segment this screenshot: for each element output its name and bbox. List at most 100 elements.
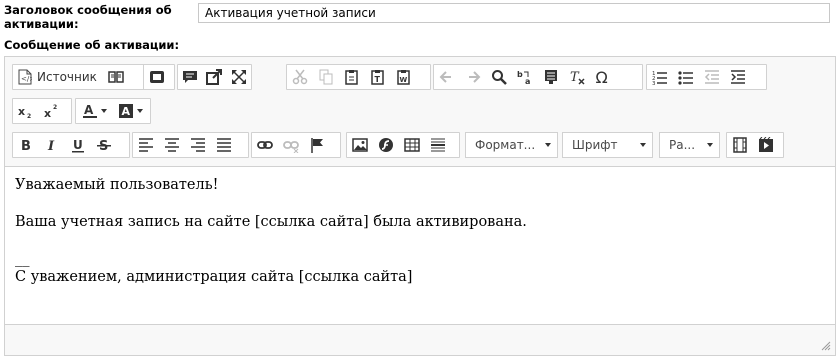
subscript-button[interactable]: x2 bbox=[13, 99, 39, 123]
image-icon bbox=[352, 138, 368, 152]
source-button-label: Источник bbox=[37, 70, 97, 84]
message-label: Сообщение об активации: bbox=[4, 38, 180, 52]
background-color-caret bbox=[136, 109, 143, 113]
align-left-button[interactable] bbox=[133, 133, 159, 157]
bulleted-list-icon bbox=[678, 71, 693, 85]
svg-text:2: 2 bbox=[53, 104, 57, 111]
subject-label-line1: Заголовок сообщения об bbox=[4, 3, 172, 17]
bold-button[interactable]: B bbox=[13, 133, 39, 157]
undo-button[interactable] bbox=[434, 65, 460, 89]
insert-group-1 bbox=[177, 64, 252, 90]
comment-button[interactable] bbox=[178, 65, 202, 89]
svg-text:W: W bbox=[400, 76, 408, 84]
templates-group bbox=[143, 64, 175, 90]
document-group: </> Источник bbox=[12, 64, 151, 90]
format-combo-label: Формат... bbox=[475, 138, 536, 152]
flash-button[interactable] bbox=[373, 133, 399, 157]
insert-group-2 bbox=[346, 132, 460, 158]
remove-format-button[interactable]: T bbox=[564, 65, 590, 89]
italic-button[interactable]: I bbox=[39, 133, 65, 157]
anchor-button[interactable] bbox=[304, 133, 330, 157]
video-play-icon bbox=[759, 137, 773, 152]
size-combo-label: Ра... bbox=[669, 138, 696, 152]
svg-text:Ω: Ω bbox=[596, 69, 608, 85]
size-combo[interactable]: Ра... bbox=[659, 132, 720, 158]
paste-word-button[interactable]: W bbox=[391, 65, 417, 89]
align-right-button[interactable] bbox=[185, 133, 211, 157]
maximize-button[interactable] bbox=[227, 65, 251, 89]
outdent-button[interactable] bbox=[699, 65, 725, 89]
preview-button[interactable] bbox=[103, 65, 129, 89]
svg-text:T: T bbox=[375, 75, 381, 84]
remove-format-icon: T bbox=[570, 70, 585, 85]
horizontal-rule-button[interactable] bbox=[425, 133, 451, 157]
color-group: A A bbox=[75, 98, 151, 124]
svg-text:I: I bbox=[47, 139, 55, 153]
svg-text:b: b bbox=[517, 70, 523, 79]
select-all-button[interactable] bbox=[538, 65, 564, 89]
cut-button[interactable] bbox=[287, 65, 313, 89]
format-combo[interactable]: Формат... bbox=[465, 132, 558, 158]
svg-text:x: x bbox=[44, 107, 51, 119]
text-color-button[interactable]: A bbox=[76, 99, 112, 123]
strikethrough-button[interactable]: S bbox=[91, 133, 117, 157]
underline-icon: U bbox=[72, 138, 84, 153]
numbered-list-icon: 123 bbox=[652, 71, 667, 85]
superscript-button[interactable]: x2 bbox=[39, 99, 65, 123]
subject-input[interactable] bbox=[198, 3, 830, 23]
italic-icon: I bbox=[47, 139, 55, 153]
bold-icon: B bbox=[21, 139, 31, 153]
font-combo-label: Шрифт bbox=[572, 138, 618, 152]
text-color-caret bbox=[100, 109, 107, 113]
align-right-icon bbox=[191, 138, 205, 152]
templates-button[interactable] bbox=[144, 65, 170, 89]
underline-button[interactable]: U bbox=[65, 133, 91, 157]
background-color-icon: A bbox=[118, 104, 133, 118]
svg-text:a: a bbox=[525, 77, 530, 85]
unlink-button[interactable] bbox=[278, 133, 304, 157]
superscript-icon: x2 bbox=[44, 104, 57, 119]
templates-icon bbox=[150, 71, 164, 83]
video-button[interactable] bbox=[727, 133, 753, 157]
redo-button[interactable] bbox=[460, 65, 486, 89]
find-button[interactable] bbox=[486, 65, 512, 89]
svg-text:2: 2 bbox=[27, 113, 31, 119]
table-button[interactable] bbox=[399, 133, 425, 157]
flag-icon bbox=[311, 138, 323, 153]
subject-label-line2: активации: bbox=[4, 17, 79, 31]
svg-text:U: U bbox=[73, 138, 83, 152]
indent-button[interactable] bbox=[725, 65, 751, 89]
special-char-button[interactable]: Ω bbox=[590, 65, 616, 89]
bulleted-list-button[interactable] bbox=[673, 65, 699, 89]
svg-text:A: A bbox=[121, 105, 130, 118]
list-group: 123 bbox=[646, 64, 767, 90]
source-button[interactable]: </> Источник bbox=[13, 65, 103, 89]
align-group bbox=[132, 132, 249, 158]
align-left-icon bbox=[139, 138, 153, 152]
replace-button[interactable]: ba bbox=[512, 65, 538, 89]
signature-separator: __ bbox=[15, 251, 30, 267]
strikethrough-icon: S bbox=[97, 139, 111, 153]
basic-styles-group: B I U S bbox=[12, 132, 130, 158]
external-link-button[interactable] bbox=[202, 65, 226, 89]
comment-icon bbox=[183, 71, 198, 83]
text-color-icon: A bbox=[82, 103, 97, 118]
justify-button[interactable] bbox=[211, 133, 237, 157]
link-button[interactable] bbox=[252, 133, 278, 157]
font-combo[interactable]: Шрифт bbox=[562, 132, 653, 158]
copy-button[interactable] bbox=[313, 65, 339, 89]
youtube-button[interactable] bbox=[753, 133, 779, 157]
paste-icon bbox=[345, 70, 358, 85]
image-button[interactable] bbox=[347, 133, 373, 157]
svg-text:A: A bbox=[84, 103, 94, 117]
justify-icon bbox=[217, 138, 231, 152]
rich-text-editor: </> Источник bbox=[4, 56, 836, 356]
numbered-list-button[interactable]: 123 bbox=[647, 65, 673, 89]
paste-button[interactable] bbox=[339, 65, 365, 89]
align-center-button[interactable] bbox=[159, 133, 185, 157]
paste-text-button[interactable]: T bbox=[365, 65, 391, 89]
link-icon bbox=[257, 141, 273, 149]
select-all-icon bbox=[545, 70, 557, 84]
resize-handle-icon[interactable] bbox=[821, 341, 831, 351]
background-color-button[interactable]: A bbox=[112, 99, 148, 123]
